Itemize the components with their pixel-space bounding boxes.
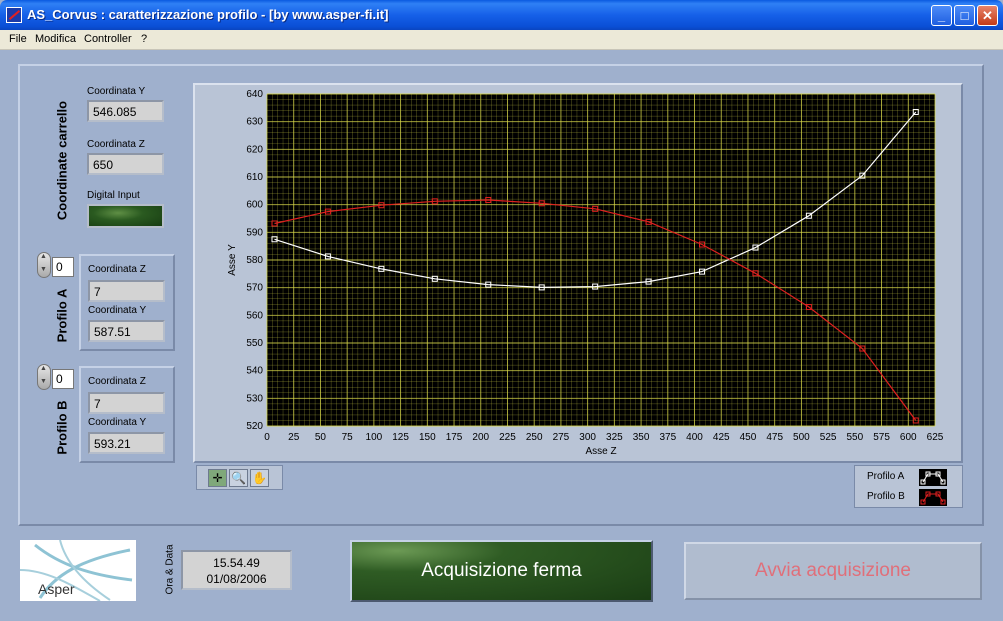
digital-input-label: Digital Input [87,190,140,201]
legend-profile-b-swatch[interactable] [919,489,947,506]
minimize-button[interactable]: _ [931,5,952,26]
y-tick-label: 630 [246,117,263,128]
carriage-section-label: Coordinate carrello [54,100,70,221]
menu-bar: File Modifica Controller ? [0,30,1003,50]
clock-date: 01/08/2006 [206,572,267,586]
x-tick-label: 625 [927,432,944,443]
clock-time: 15.54.49 [213,556,260,570]
menu-file[interactable]: File [9,33,27,45]
y-tick-label: 610 [246,172,263,183]
graph-frame: 0 25 50 75 100 125 150 175 200 225 250 275 300 325 350… [193,83,963,463]
carriage-coord-z-label: Coordinata Z [87,139,145,150]
x-tick-label: 600 [900,432,917,443]
stop-acquisition-button[interactable]: Acquisizione ferma [350,540,653,602]
profile-a-coord-y-label: Coordinata Y [88,305,147,316]
profile-a-index-input[interactable]: 0 [52,257,74,277]
pan-tool-icon[interactable]: ✋ [250,469,269,487]
x-tick-label: 400 [686,432,703,443]
y-tick-label: 520 [246,421,263,432]
y-tick-label: 620 [246,144,263,155]
profile-b-index-input[interactable]: 0 [52,369,74,389]
x-tick-label: 25 [288,432,300,443]
y-tick-label: 570 [246,283,263,294]
window-title: AS_Corvus : caratterizzazione profilo - … [27,7,389,22]
legend-profile-a-label: Profilo A [867,471,905,482]
x-tick-label: 300 [579,432,596,443]
profile-b-coord-y-value: 593.21 [88,432,165,454]
y-tick-label: 640 [246,89,263,100]
x-tick-label: 525 [820,432,837,443]
x-tick-label: 475 [766,432,783,443]
start-acquisition-button[interactable]: Avvia acquisizione [684,542,982,600]
x-tick-label: 50 [315,432,327,443]
x-tick-label: 75 [342,432,354,443]
x-tick-label: 150 [419,432,436,443]
x-tick-label: 350 [633,432,650,443]
x-tick-label: 550 [846,432,863,443]
graph-tool-palette: ✛ 🔍 ✋ [196,465,283,490]
y-tick-label: 600 [246,200,263,211]
profile-b-section-label: Profilo B [54,400,70,455]
carriage-coord-z-value: 650 [87,153,164,175]
x-tick-label: 325 [606,432,623,443]
profile-a-coord-z-value: 7 [88,280,165,302]
x-tick-label: 500 [793,432,810,443]
x-tick-label: 175 [446,432,463,443]
app-icon [6,7,22,23]
x-axis-label: Asse Z [585,446,616,457]
digital-input-led [87,204,164,228]
x-tick-label: 375 [659,432,676,443]
y-tick-label: 560 [246,310,263,321]
legend-profile-b-label: Profilo B [867,491,905,502]
profile-b-coord-z-label: Coordinata Z [88,376,146,387]
x-tick-label: 200 [472,432,489,443]
profile-b-coord-z-value: 7 [88,392,165,414]
title-bar[interactable]: AS_Corvus : caratterizzazione profilo - … [0,0,1003,30]
asper-logo: Asper [20,540,136,601]
x-tick-label: 0 [264,432,270,443]
y-tick-label: 540 [246,366,263,377]
y-tick-label: 530 [246,393,263,404]
profile-a-coord-y-value: 587.51 [88,320,165,342]
clock-display: 15.54.49 01/08/2006 [181,550,292,590]
y-tick-label: 580 [246,255,263,266]
close-button[interactable]: ✕ [977,5,998,26]
profile-b-index-spinner[interactable] [37,364,51,390]
profile-b-coord-y-label: Coordinata Y [88,417,147,428]
x-tick-label: 250 [526,432,543,443]
logo-text: Asper [38,581,75,597]
legend-profile-a-swatch[interactable] [919,469,947,486]
x-tick-label: 575 [873,432,890,443]
y-axis-label: Asse Y [227,244,238,276]
carriage-coord-y-label: Coordinata Y [87,86,146,97]
x-tick-label: 225 [499,432,516,443]
carriage-coord-y-value: 546.085 [87,100,164,122]
profile-a-index-spinner[interactable] [37,252,51,278]
x-tick-label: 100 [366,432,383,443]
profile-a-section-label: Profilo A [54,288,70,343]
x-tick-label: 125 [392,432,409,443]
cursor-tool-icon[interactable]: ✛ [208,469,227,487]
menu-controller[interactable]: Controller [84,33,132,45]
menu-modifica[interactable]: Modifica [35,33,76,45]
y-tick-label: 590 [246,227,263,238]
y-tick-label: 550 [246,338,263,349]
clock-label: Ora & Data [164,544,176,595]
plot-legend: Profilo A Profilo B [854,465,963,508]
maximize-button[interactable]: □ [954,5,975,26]
x-tick-label: 275 [553,432,570,443]
x-tick-label: 450 [740,432,757,443]
x-tick-label: 425 [713,432,730,443]
profile-a-coord-z-label: Coordinata Z [88,264,146,275]
zoom-tool-icon[interactable]: 🔍 [229,469,248,487]
menu-help[interactable]: ? [141,33,147,45]
profile-graph[interactable]: 0 25 50 75 100 125 150 175 200 225 250 275 300 325 350… [195,85,961,461]
